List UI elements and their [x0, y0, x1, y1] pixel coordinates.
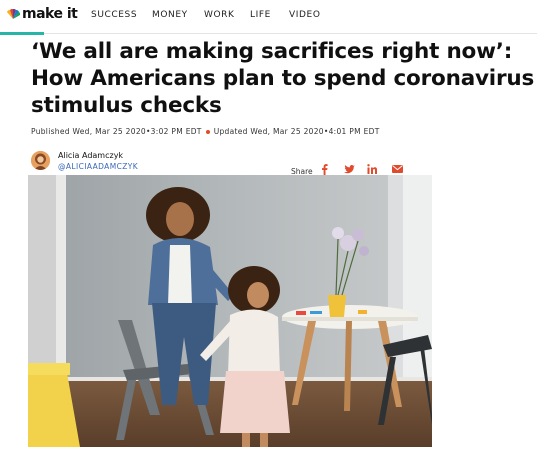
updated-time: Updated Wed, Mar 25 2020•4:01 PM EDT: [213, 127, 380, 136]
nav-link-video[interactable]: VIDEO: [289, 10, 321, 20]
published-time: Published Wed, Mar 25 2020•3:02 PM EDT: [31, 127, 202, 136]
headline-line: How Americans plan to spend coronavirus: [31, 66, 535, 91]
author-twitter-handle[interactable]: @ALICIAADAMCZYK: [58, 162, 138, 171]
author-name[interactable]: Alicia Adamczyk: [58, 151, 123, 160]
email-icon[interactable]: [391, 163, 403, 175]
twitter-icon[interactable]: [343, 163, 355, 175]
peacock-icon: [7, 9, 20, 19]
nav-link-work[interactable]: WORK: [204, 10, 235, 20]
make-it-logo[interactable]: make it: [6, 6, 78, 22]
headline-line: ‘We all are making sacrifices right now’…: [31, 39, 513, 64]
avatar-image: [31, 151, 50, 170]
headline-line: stimulus checks: [31, 93, 222, 118]
logo-text: make it: [22, 6, 78, 22]
nav-link-life[interactable]: LIFE: [250, 10, 271, 20]
linkedin-icon[interactable]: [366, 163, 378, 175]
article-hero-image: [28, 175, 432, 447]
top-nav: make it SUCCESS MONEY WORK LIFE VIDEO: [0, 0, 537, 32]
separator-dot: [205, 129, 210, 134]
nav-link-money[interactable]: MONEY: [152, 10, 188, 20]
article-headline: ‘We all are making sacrifices right now’…: [31, 38, 536, 119]
article-timestamp: Published Wed, Mar 25 2020•3:02 PM EDT Up…: [31, 127, 380, 136]
nav-link-success[interactable]: SUCCESS: [91, 10, 137, 20]
hero-photo: [28, 175, 432, 447]
author-avatar[interactable]: [31, 151, 50, 170]
nav-accent-bar: [0, 32, 44, 35]
nav-divider: [44, 33, 537, 34]
facebook-icon[interactable]: [318, 163, 330, 175]
